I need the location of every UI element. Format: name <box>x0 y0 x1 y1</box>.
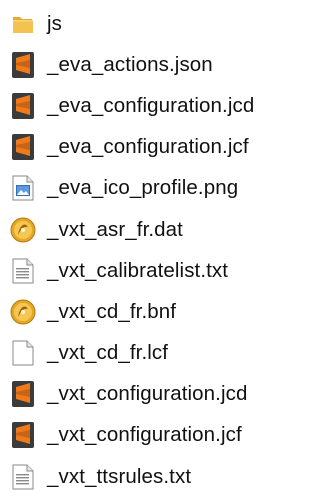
file-row[interactable]: _vxt_ttsrules.txt <box>0 456 291 497</box>
file-row[interactable]: _vxt_cd_fr.lcf <box>0 333 291 374</box>
file-list: js _eva_actions.json _eva_configuration.… <box>0 3 291 497</box>
blank-file-icon <box>7 338 39 368</box>
file-row[interactable]: _vxt_calibratelist.txt <box>0 250 291 291</box>
file-name: _eva_configuration.jcf <box>47 135 249 159</box>
file-row[interactable]: _vxt_configuration.jcf <box>0 415 291 456</box>
file-row[interactable]: _eva_configuration.jcf <box>0 127 291 168</box>
file-row[interactable]: _eva_configuration.jcd <box>0 85 291 126</box>
sublime-text-icon <box>7 91 39 121</box>
sublime-text-icon <box>7 132 39 162</box>
file-name: _vxt_configuration.jcd <box>47 382 248 406</box>
file-row[interactable]: _vxt_configuration.jcd <box>0 374 291 415</box>
file-name: _vxt_cd_fr.bnf <box>47 299 177 323</box>
file-name: _vxt_calibratelist.txt <box>47 258 229 282</box>
gold-disc-icon <box>7 297 39 327</box>
folder-icon <box>7 9 39 39</box>
file-name: _eva_ico_profile.png <box>47 176 239 200</box>
file-name: _eva_configuration.jcd <box>47 93 255 117</box>
file-name: _eva_actions.json <box>47 52 213 76</box>
file-row[interactable]: _vxt_asr_fr.dat <box>0 209 291 250</box>
image-file-icon <box>7 173 39 203</box>
sublime-text-icon <box>7 420 39 450</box>
text-file-icon <box>7 462 39 492</box>
sublime-text-icon <box>7 50 39 80</box>
file-name: _vxt_cd_fr.lcf <box>47 341 169 365</box>
file-row[interactable]: _vxt_cd_fr.bnf <box>0 291 291 332</box>
file-name: _vxt_ttsrules.txt <box>47 464 192 488</box>
file-name: js <box>47 11 63 35</box>
sublime-text-icon <box>7 379 39 409</box>
file-name: _vxt_configuration.jcf <box>47 423 242 447</box>
file-name: _vxt_asr_fr.dat <box>47 217 183 241</box>
text-file-icon <box>7 256 39 286</box>
file-row[interactable]: js <box>0 3 291 44</box>
file-row[interactable]: _eva_ico_profile.png <box>0 168 291 209</box>
gold-disc-icon <box>7 215 39 245</box>
file-row[interactable]: _eva_actions.json <box>0 44 291 85</box>
